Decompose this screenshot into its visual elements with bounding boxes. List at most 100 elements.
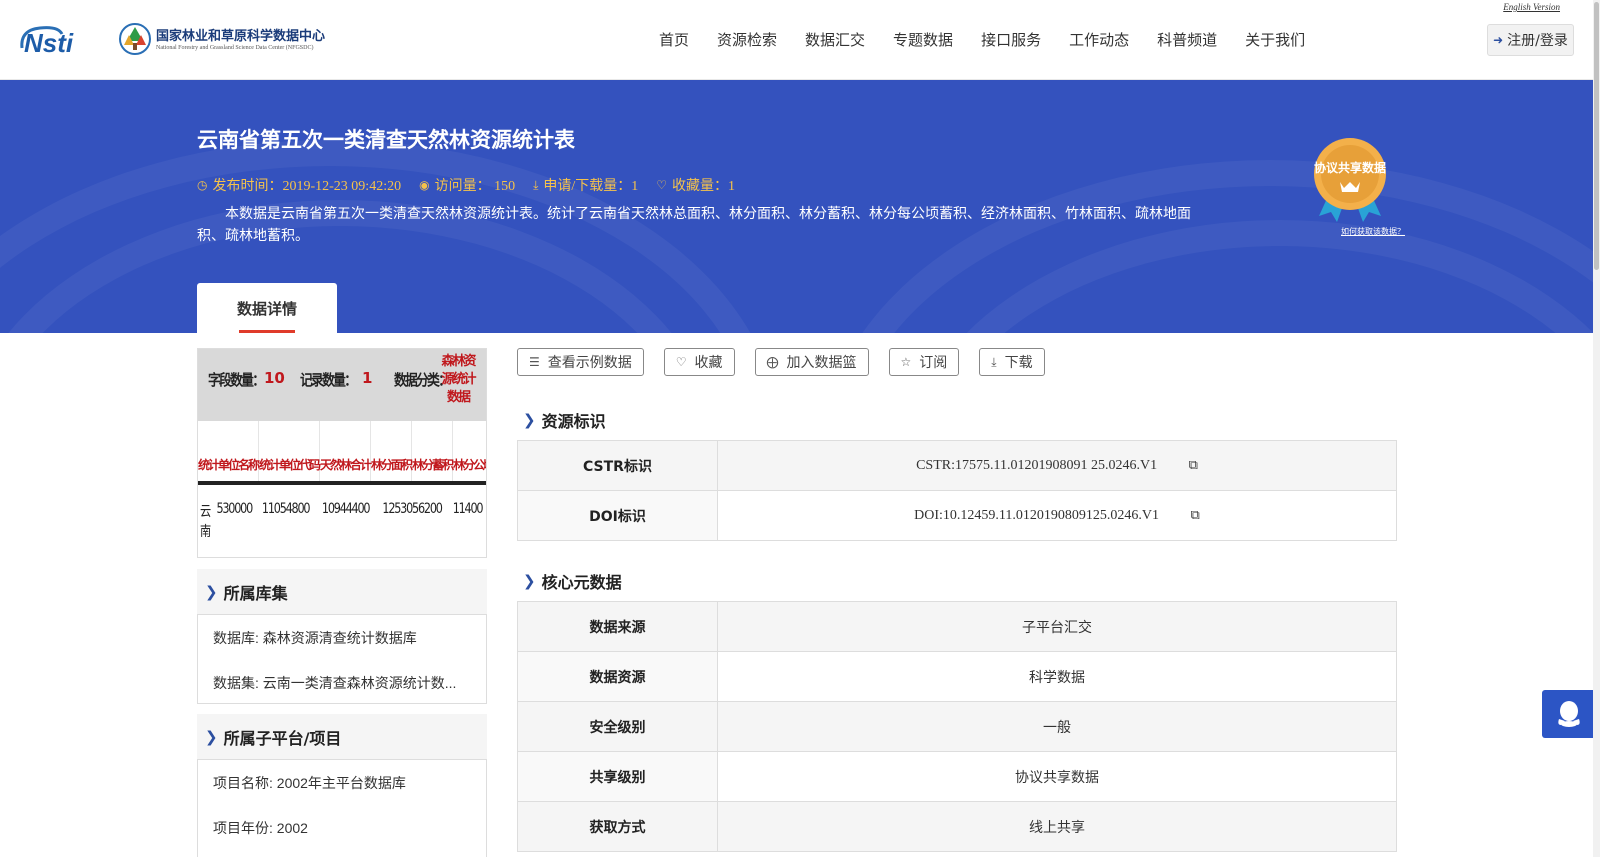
subscribe-button[interactable]: ☆ 订阅 bbox=[888, 348, 960, 376]
preview-column: 林分面积 bbox=[371, 421, 413, 481]
login-label: 注册/登录 bbox=[1507, 33, 1568, 49]
table-row: 数据资源 科学数据 bbox=[517, 651, 1397, 702]
core-metadata-table: 数据来源 子平台汇交 数据资源 科学数据 安全级别 一般 共享级别 协议共享数据… bbox=[517, 601, 1397, 852]
project-year: 项目年份: 2002 bbox=[213, 820, 308, 836]
metadata-key: 数据来源 bbox=[517, 601, 718, 652]
core-metadata-section-title: ❯ 核心元数据 bbox=[523, 569, 622, 593]
metadata-value: 线上共享 bbox=[717, 801, 1397, 852]
dataset-meta: ◷ 发布时间：2019-12-23 09:42:20 ◉ 访问量： 150 ⤓ 申请/… bbox=[197, 175, 735, 195]
platform-box: 项目名称: 2002年主平台数据库 项目年份: 2002 bbox=[197, 759, 487, 857]
table-row: DOI标识 DOI:10.12459.11.0120190809125.0246… bbox=[517, 490, 1397, 541]
svg-text:Nsti: Nsti bbox=[24, 28, 74, 56]
preview-cell: 1253056200 bbox=[382, 501, 442, 517]
preview-header: 字段数量： 10 记录数量： 1 数据分类： 森林资源统计数据 bbox=[198, 349, 486, 421]
table-row: 获取方式 线上共享 bbox=[517, 801, 1397, 852]
cstr-value: CSTR:17575.11.01201908091 25.0246.V1 bbox=[916, 458, 1158, 473]
preview-column: 统计单位名称 bbox=[198, 421, 260, 481]
star-icon: ☆ bbox=[900, 355, 912, 369]
preview-field-count-label: 字段数量： bbox=[208, 371, 265, 389]
data-preview-thumbnail[interactable]: 字段数量： 10 记录数量： 1 数据分类： 森林资源统计数据 统计单位名称 统… bbox=[197, 348, 487, 558]
tab-data-details-label: 数据详情 bbox=[236, 299, 297, 318]
dataset-link[interactable]: 数据集: 云南一类清查森林资源统计数... bbox=[213, 673, 456, 693]
preview-cell: 云南 bbox=[199, 504, 211, 540]
dataset-description: 本数据是云南省第五次一类清查天然林资源统计表。统计了云南省天然林总面积、林分面积… bbox=[197, 206, 1191, 244]
metadata-key: 安全级别 bbox=[517, 701, 718, 752]
chevron-right-icon: ❯ bbox=[205, 728, 218, 746]
subscribe-label: 订阅 bbox=[919, 355, 948, 371]
badge-label: 协议共享数据 bbox=[1314, 160, 1386, 175]
nav-news[interactable]: 工作动态 bbox=[1055, 29, 1143, 50]
platform-section-title: ❯ 所属子平台/项目 bbox=[197, 714, 487, 760]
preview-cell: 530000 bbox=[216, 501, 253, 517]
favorite-button[interactable]: ♡ 收藏 bbox=[663, 348, 735, 376]
identity-section-title: ❯ 资源标识 bbox=[523, 408, 606, 432]
agreement-share-badge: 协议共享数据 bbox=[1314, 138, 1386, 222]
library-box: 数据库: 森林资源清查统计数据库 数据集: 云南一类清查森林资源统计数... bbox=[197, 614, 487, 704]
share-icon: ⨁ bbox=[766, 355, 779, 369]
cstr-value-cell: CSTR:17575.11.01201908091 25.0246.V1 ⧉ bbox=[717, 440, 1397, 491]
heart-icon: ♡ bbox=[675, 355, 687, 369]
publish-time: ◷ 发布时间：2019-12-23 09:42:20 bbox=[197, 175, 401, 195]
page-scrollbar[interactable] bbox=[1593, 0, 1600, 857]
nav-about[interactable]: 关于我们 bbox=[1231, 29, 1319, 50]
table-row: 数据来源 子平台汇交 bbox=[517, 601, 1397, 652]
table-row: 安全级别 一般 bbox=[517, 701, 1397, 752]
preview-cell: 11400 bbox=[452, 501, 484, 517]
table-row: CSTR标识 CSTR:17575.11.01201908091 25.0246… bbox=[517, 440, 1397, 491]
download-icon: ⤓ bbox=[991, 354, 997, 369]
preview-column: 天然林合计 bbox=[320, 421, 372, 481]
download-button[interactable]: ⤓ 下载 bbox=[979, 348, 1045, 376]
visit-count: ◉ 访问量： 150 bbox=[419, 175, 515, 195]
metadata-value: 科学数据 bbox=[717, 651, 1397, 702]
preview-record-count: 1 bbox=[362, 369, 373, 387]
preview-category: 森林资源统计数据 bbox=[441, 354, 476, 405]
preview-column: 统计单位代码 bbox=[259, 421, 321, 481]
database-link[interactable]: 数据库: 森林资源清查统计数据库 bbox=[213, 628, 417, 648]
favorite-label: 收藏 bbox=[694, 355, 723, 371]
preview-row: 云南 530000 11054800 10944400 1253056200 1… bbox=[198, 501, 486, 541]
view-sample-button[interactable]: ☰ 查看示例数据 bbox=[517, 348, 644, 376]
nav-science[interactable]: 科普频道 bbox=[1143, 29, 1231, 50]
heart-icon: ♡ bbox=[656, 178, 668, 192]
login-button[interactable]: ➜ 注册/登录 bbox=[1487, 24, 1574, 56]
nav-home[interactable]: 首页 bbox=[645, 29, 703, 50]
preview-column: 林分蓄积 bbox=[412, 421, 454, 481]
chat-support-button[interactable] bbox=[1542, 690, 1596, 738]
preview-cell: 10944400 bbox=[321, 501, 371, 517]
nav-resource-search[interactable]: 资源检索 bbox=[703, 29, 791, 50]
download-label: 下载 bbox=[1004, 355, 1033, 371]
library-section-title: ❯ 所属库集 bbox=[197, 569, 487, 615]
metadata-value: 子平台汇交 bbox=[717, 601, 1397, 652]
metadata-key: 获取方式 bbox=[517, 801, 718, 852]
copy-icon[interactable]: ⧉ bbox=[1189, 457, 1198, 473]
copy-icon[interactable]: ⧉ bbox=[1191, 507, 1200, 523]
platform-section-title-text: 所属子平台/项目 bbox=[223, 729, 342, 748]
nav-topic-data[interactable]: 专题数据 bbox=[879, 29, 967, 50]
org-name-en: National Forestry and Grassland Science … bbox=[156, 45, 314, 51]
metadata-value: 一般 bbox=[717, 701, 1397, 752]
doi-value: DOI:10.12459.11.0120190809125.0246.V1 bbox=[914, 508, 1160, 523]
favorite-count-text: 收藏量：1 bbox=[672, 179, 736, 194]
nav-api-service[interactable]: 接口服务 bbox=[967, 29, 1055, 50]
preview-record-count-label: 记录数量： bbox=[300, 371, 357, 389]
download-icon: ⤓ bbox=[533, 177, 539, 192]
doi-key: DOI标识 bbox=[517, 490, 718, 541]
add-to-basket-label: 加入数据篮 bbox=[786, 355, 857, 371]
action-bar: ☰ 查看示例数据 ♡ 收藏 ⨁ 加入数据篮 ☆ 订阅 ⤓ 下载 bbox=[517, 348, 1045, 376]
identity-table: CSTR标识 CSTR:17575.11.01201908091 25.0246… bbox=[517, 440, 1397, 541]
favorite-count: ♡ 收藏量：1 bbox=[656, 175, 735, 195]
clock-icon: ◷ bbox=[197, 178, 208, 192]
cstr-key: CSTR标识 bbox=[517, 440, 718, 491]
nfgsdc-logo-icon[interactable] bbox=[118, 21, 152, 57]
tab-data-details[interactable]: 数据详情 bbox=[197, 283, 337, 333]
nav-data-submission[interactable]: 数据汇交 bbox=[791, 29, 879, 50]
library-section-title-text: 所属库集 bbox=[223, 584, 288, 603]
english-version-link[interactable]: English Version bbox=[1503, 2, 1560, 12]
how-to-get-data-link[interactable]: 如何获取该数据？ bbox=[1341, 226, 1405, 237]
site-header: Nsti 国家林业和草原科学数据中心 National Forestry and… bbox=[0, 0, 1600, 80]
tab-active-underline bbox=[239, 330, 295, 333]
identity-section-title-text: 资源标识 bbox=[541, 412, 606, 431]
scrollbar-thumb[interactable] bbox=[1594, 2, 1599, 270]
add-to-basket-button[interactable]: ⨁ 加入数据篮 bbox=[754, 348, 869, 376]
nsti-logo[interactable]: Nsti bbox=[18, 22, 96, 56]
